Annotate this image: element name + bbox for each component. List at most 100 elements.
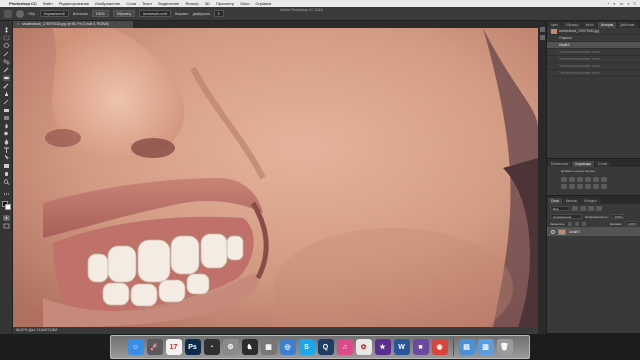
tab-styles[interactable]: Стили bbox=[594, 161, 611, 167]
dock-word-icon[interactable]: W bbox=[393, 339, 410, 355]
menu-help[interactable]: Справка bbox=[255, 1, 271, 6]
tab-paths[interactable]: Контуры bbox=[581, 198, 600, 204]
lasso-tool-icon[interactable] bbox=[3, 43, 10, 49]
filter-adjustment-icon[interactable] bbox=[580, 206, 586, 211]
app-menu[interactable]: Photoshop CC bbox=[9, 1, 37, 6]
menu-layers[interactable]: Слои bbox=[126, 1, 136, 6]
menu-type[interactable]: Текст bbox=[142, 1, 152, 6]
blend-mode-select[interactable]: Нормальный bbox=[550, 214, 582, 219]
quick-select-tool-icon[interactable] bbox=[3, 51, 10, 57]
vibrance-adjustment-icon[interactable] bbox=[593, 177, 599, 182]
black-white-adjustment-icon[interactable] bbox=[569, 184, 575, 189]
dock-launchpad-icon[interactable]: 🚀 bbox=[146, 339, 163, 355]
dock-other-app-icon[interactable]: ■ bbox=[412, 339, 429, 355]
color-balance-adjustment-icon[interactable] bbox=[561, 184, 567, 189]
hand-tool-icon[interactable] bbox=[3, 171, 10, 177]
dock-safari-icon[interactable]: ◎ bbox=[279, 339, 296, 355]
type-tool-icon[interactable] bbox=[3, 147, 10, 153]
volume-icon[interactable]: ◐ bbox=[613, 1, 615, 6]
tab-channels[interactable]: Каналы bbox=[562, 198, 581, 204]
dock-downloads-folder-icon[interactable]: ▤ bbox=[458, 339, 475, 355]
close-tab-icon[interactable]: × bbox=[17, 22, 19, 26]
dock-calendar-icon[interactable]: 17 bbox=[165, 339, 182, 355]
tab-adjustments[interactable]: Коррекция bbox=[572, 161, 594, 167]
dock-utilities-icon[interactable]: ▦ bbox=[260, 339, 277, 355]
opacity-field[interactable]: 100% bbox=[611, 214, 624, 219]
dock-chess-icon[interactable]: ♞ bbox=[241, 339, 258, 355]
source-button[interactable]: 100% bbox=[91, 10, 109, 17]
layer-kind-select[interactable]: Вид bbox=[550, 206, 570, 211]
move-tool-icon[interactable] bbox=[3, 27, 10, 33]
panel-collapsed-icon[interactable] bbox=[540, 27, 545, 32]
levels-adjustment-icon[interactable] bbox=[569, 177, 575, 182]
brightness-adjustment-icon[interactable] bbox=[561, 177, 567, 182]
dock-trash-icon[interactable]: 🗑 bbox=[496, 339, 513, 355]
tab-libraries[interactable]: Библиотеки bbox=[548, 161, 572, 167]
wifi-icon[interactable]: ◔ bbox=[607, 1, 609, 6]
layer-row[interactable]: Слой 0 bbox=[547, 227, 640, 236]
menu-filter[interactable]: Фильтр bbox=[185, 1, 198, 6]
edit-toolbar-icon[interactable] bbox=[3, 191, 10, 197]
menu-window[interactable]: Окно bbox=[240, 1, 249, 6]
lock-all-icon[interactable] bbox=[582, 221, 587, 226]
zoom-tool-icon[interactable] bbox=[3, 179, 10, 185]
brush-preset-icon[interactable] bbox=[16, 9, 24, 18]
menu-image[interactable]: Изображение bbox=[95, 1, 120, 6]
tool-preset-icon[interactable] bbox=[4, 9, 12, 18]
sample-select[interactable]: Активный слой bbox=[138, 10, 172, 17]
dock-itunes-icon[interactable]: ♫ bbox=[336, 339, 353, 355]
quick-mask-icon[interactable] bbox=[3, 215, 10, 221]
history-item[interactable]: Слой 0 bbox=[547, 42, 640, 49]
dock-skype-icon[interactable]: S bbox=[298, 339, 315, 355]
menu-file[interactable]: Файл bbox=[43, 1, 53, 6]
document-canvas[interactable] bbox=[13, 28, 538, 327]
path-selection-tool-icon[interactable] bbox=[3, 155, 10, 161]
history-item[interactable]: Точечная восстанавл. кисть bbox=[547, 56, 640, 63]
background-color-swatch[interactable] bbox=[5, 204, 11, 210]
blur-tool-icon[interactable] bbox=[3, 123, 10, 129]
curves-adjustment-icon[interactable] bbox=[577, 177, 583, 182]
color-lookup-adjustment-icon[interactable] bbox=[593, 184, 599, 189]
panel-collapsed-icon[interactable] bbox=[540, 35, 545, 40]
dock-imovie-icon[interactable]: ★ bbox=[374, 339, 391, 355]
history-item[interactable]: Точечная восстанавл. кисть bbox=[547, 70, 640, 77]
channel-mixer-adjustment-icon[interactable] bbox=[585, 184, 591, 189]
visibility-eye-icon[interactable] bbox=[551, 229, 555, 234]
screen-mode-icon[interactable] bbox=[3, 223, 10, 229]
tab-layers[interactable]: Слои bbox=[548, 198, 562, 204]
diffusion-field[interactable]: 5 bbox=[213, 10, 224, 17]
filter-pixel-icon[interactable] bbox=[572, 206, 578, 211]
invert-adjustment-icon[interactable] bbox=[601, 184, 607, 189]
dock-chrome-icon[interactable]: ◉ bbox=[431, 339, 448, 355]
menu-select[interactable]: Выделение bbox=[158, 1, 179, 6]
dock-quicktime-icon[interactable]: Q bbox=[317, 339, 334, 355]
crop-tool-icon[interactable] bbox=[3, 59, 10, 65]
hue-saturation-adjustment-icon[interactable] bbox=[601, 177, 607, 182]
dock-photoshop-icon[interactable]: Ps bbox=[184, 339, 201, 355]
menu-edit[interactable]: Редактирование bbox=[59, 1, 89, 6]
dodge-tool-icon[interactable] bbox=[3, 131, 10, 137]
history-brush-tool-icon[interactable] bbox=[3, 99, 10, 105]
dock-documents-folder-icon[interactable]: ▥ bbox=[477, 339, 494, 355]
filter-shape-icon[interactable] bbox=[596, 206, 602, 211]
gradient-tool-icon[interactable] bbox=[3, 115, 10, 121]
lock-pixels-icon[interactable] bbox=[568, 221, 573, 226]
filter-type-icon[interactable] bbox=[588, 206, 594, 211]
dock-finder-icon[interactable]: ☺ bbox=[127, 339, 144, 355]
marquee-tool-icon[interactable] bbox=[3, 35, 10, 41]
dock-dashboard-icon[interactable]: ◔ bbox=[203, 339, 220, 355]
notifications-icon[interactable]: ≡ bbox=[634, 1, 636, 6]
menu-view[interactable]: Просмотр bbox=[216, 1, 234, 6]
clone-stamp-tool-icon[interactable] bbox=[3, 91, 10, 97]
eyedropper-tool-icon[interactable] bbox=[3, 67, 10, 73]
document-tab[interactable]: × shutterstock_176979332.jpg @ 66,7% (Сло… bbox=[13, 21, 133, 28]
history-item[interactable]: Точечная восстанавл. кисть bbox=[547, 63, 640, 70]
battery-icon[interactable]: ▭ bbox=[620, 1, 624, 6]
lock-position-icon[interactable] bbox=[575, 221, 580, 226]
history-snapshot[interactable]: shutterstock_176979332.jpg bbox=[547, 28, 640, 35]
brush-tool-icon[interactable] bbox=[3, 83, 10, 89]
exposure-adjustment-icon[interactable] bbox=[585, 177, 591, 182]
history-item[interactable]: Точечная восстанавл. кисть bbox=[547, 49, 640, 56]
dock-system-preferences-icon[interactable]: ⚙ bbox=[222, 339, 239, 355]
fill-field[interactable]: 100% bbox=[625, 221, 637, 226]
